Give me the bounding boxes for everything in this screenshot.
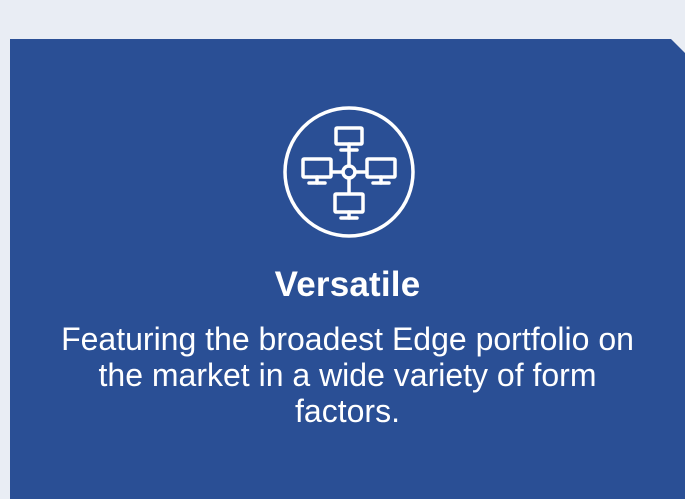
network-computers-icon <box>281 104 417 240</box>
card-corner-cut <box>671 39 685 53</box>
feature-card: Versatile Featuring the broadest Edge po… <box>10 39 685 499</box>
card-description: Featuring the broadest Edge portfolio on… <box>61 321 634 429</box>
card-title: Versatile <box>274 265 421 304</box>
page: Versatile Featuring the broadest Edge po… <box>0 0 685 499</box>
